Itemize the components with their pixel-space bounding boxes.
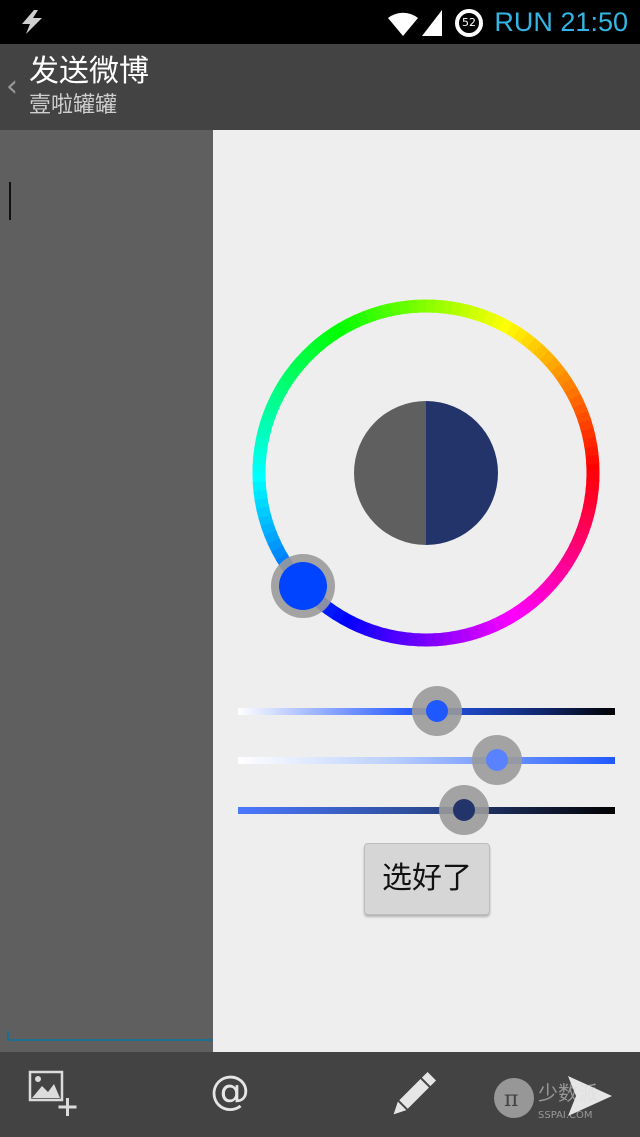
shade-slider[interactable] <box>238 800 615 822</box>
draw-button[interactable] <box>370 1052 450 1137</box>
color-wheel[interactable] <box>213 130 640 650</box>
image-plus-icon <box>28 1070 77 1116</box>
sspai-watermark-logo: π 少数派 SSPAI.COM <box>494 1078 598 1121</box>
status-time: RUN 21:50 <box>494 7 628 37</box>
shade-thumb[interactable] <box>438 784 490 836</box>
weibo-text-editor[interactable] <box>0 130 213 1052</box>
lightning-icon <box>22 10 42 34</box>
value-thumb[interactable] <box>471 734 523 786</box>
color-picker-panel: 选好了 <box>213 130 640 1052</box>
bottom-toolbar: @ π 少数派 SSPAI.COM <box>0 1052 640 1137</box>
svg-text:少数派: 少数派 <box>538 1081 598 1105</box>
value-track[interactable] <box>238 757 615 764</box>
at-icon: @ <box>210 1068 250 1114</box>
svg-text:SSPAI.COM: SSPAI.COM <box>538 1110 593 1121</box>
pencil-icon <box>393 1071 437 1115</box>
back-chevron-icon[interactable]: ‹ <box>6 70 18 104</box>
battery-indicator: 52 <box>454 8 484 38</box>
value-slider[interactable] <box>238 750 615 772</box>
action-bar: ‹ 发送微博 壹啦罐罐 <box>0 44 640 130</box>
svg-text:π: π <box>504 1087 518 1112</box>
wheel-handle[interactable] <box>279 562 327 610</box>
saturation-thumb[interactable] <box>411 685 463 737</box>
confirm-color-button[interactable]: 选好了 <box>364 843 490 915</box>
add-image-button[interactable] <box>18 1052 98 1137</box>
battery-level: 52 <box>462 16 476 29</box>
mention-button[interactable]: @ <box>192 1052 272 1137</box>
shade-track[interactable] <box>238 807 615 814</box>
editor-underline-edge <box>7 1031 9 1041</box>
signal-icon <box>422 10 442 36</box>
editor-underline <box>7 1039 213 1041</box>
wifi-icon <box>388 12 418 36</box>
status-bar: 52 RUN 21:50 <box>0 0 640 44</box>
page-title[interactable]: 发送微博 <box>29 54 149 90</box>
page-subtitle: 壹啦罐罐 <box>29 93 118 118</box>
text-caret <box>9 182 11 220</box>
